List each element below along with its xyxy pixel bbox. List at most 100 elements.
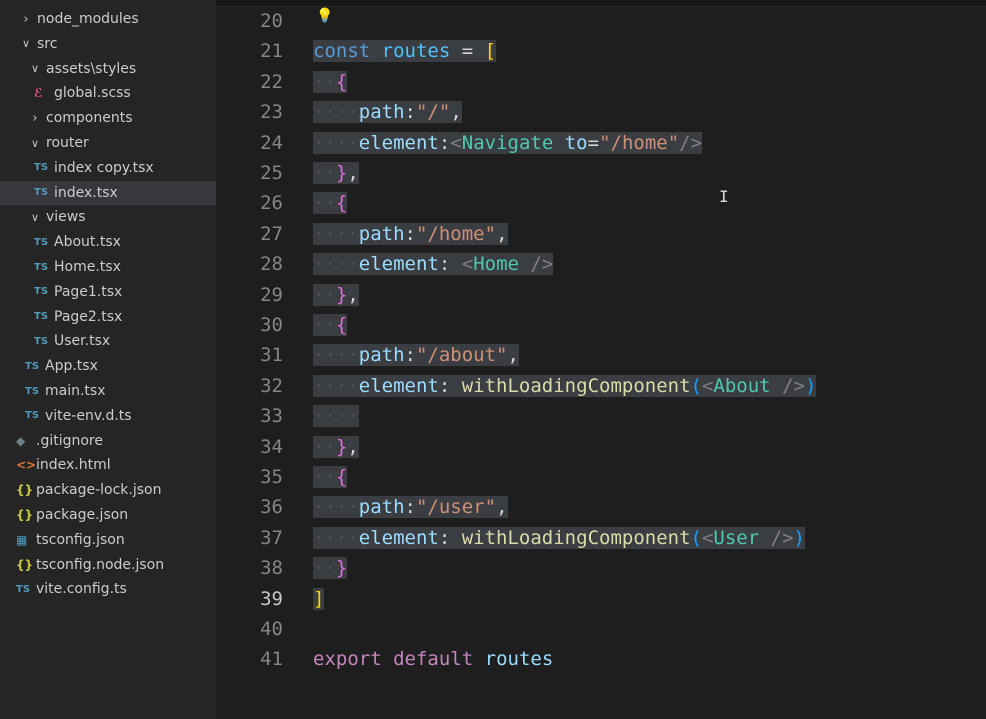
- explorer-file[interactable]: TS vite-env.d.ts: [0, 404, 216, 428]
- explorer-item-label: assets\styles: [46, 60, 137, 77]
- code-line[interactable]: 22 ··{: [216, 67, 986, 97]
- ts-file-icon: TS: [34, 162, 49, 174]
- chevron-right-icon[interactable]: ›: [18, 12, 34, 27]
- chevron-right-icon[interactable]: ›: [27, 111, 43, 126]
- code-line[interactable]: 41 export default routes: [216, 644, 986, 674]
- code-line[interactable]: 23 ····path:"/",: [216, 97, 986, 127]
- code-token: const: [313, 40, 371, 63]
- code-line[interactable]: 32 ····element: withLoadingComponent(<Abo…: [216, 371, 986, 401]
- chevron-down-icon[interactable]: ∨: [18, 37, 34, 50]
- line-number: 31: [260, 344, 283, 367]
- code-line[interactable]: 34 ··},: [216, 432, 986, 462]
- chevron-down-icon[interactable]: ∨: [27, 211, 43, 224]
- code-token: routes: [381, 40, 451, 63]
- code-line[interactable]: 26 ··{: [216, 188, 986, 218]
- explorer-file[interactable]: {} tsconfig.node.json: [0, 553, 216, 577]
- code-line[interactable]: 39]: [216, 584, 986, 614]
- ts-file-icon: TS: [25, 410, 40, 422]
- code-text: ··},: [313, 158, 359, 188]
- explorer-file[interactable]: ℰglobal.scss: [0, 81, 216, 105]
- explorer-file[interactable]: TS main.tsx: [0, 379, 216, 403]
- code-line[interactable]: 40: [216, 614, 986, 644]
- whitespace-indicator: ····: [313, 374, 359, 397]
- code-text: ····: [313, 401, 359, 431]
- code-editor[interactable]: 💡 I 20 21 const routes = [22 ··{23 ····path:…: [216, 0, 986, 719]
- explorer-item-label: vite.config.ts: [36, 581, 127, 598]
- explorer-folder[interactable]: ∨ router: [0, 131, 216, 155]
- whitespace-indicator: ··: [313, 283, 336, 306]
- explorer-file[interactable]: TS Page2.tsx: [0, 305, 216, 329]
- explorer-file[interactable]: TS About.tsx: [0, 230, 216, 254]
- ts-file-icon: TS: [16, 583, 31, 595]
- code-text: ····element: withLoadingComponent(<About…: [313, 371, 817, 401]
- explorer-folder[interactable]: › components: [0, 106, 216, 130]
- explorer-file[interactable]: ▦ tsconfig.json: [0, 528, 216, 552]
- code-line[interactable]: 38 ··}: [216, 553, 986, 583]
- explorer-folder[interactable]: ∨ assets\styles: [0, 57, 216, 81]
- code-text: ··},: [313, 280, 359, 310]
- code-line[interactable]: 21 const routes = [: [216, 36, 986, 66]
- explorer-file[interactable]: TS index copy.tsx: [0, 156, 216, 180]
- code-line[interactable]: 36 ····path:"/user",: [216, 492, 986, 522]
- code-line[interactable]: 30 ··{: [216, 310, 986, 340]
- explorer-item-label: global.scss: [54, 85, 131, 102]
- explorer-item-label: Home.tsx: [54, 259, 121, 275]
- code-line[interactable]: 25 ··},: [216, 158, 986, 188]
- code-line[interactable]: 29 ··},: [216, 280, 986, 310]
- explorer-file[interactable]: {} package-lock.json: [0, 478, 216, 502]
- explorer-file[interactable]: <> index.html: [0, 453, 216, 477]
- explorer-file[interactable]: {} package.json: [0, 503, 216, 527]
- code-token: About: [713, 374, 771, 397]
- ts-file-icon: TS: [34, 335, 49, 347]
- explorer-file[interactable]: TS App.tsx: [0, 354, 216, 378]
- code-text: ··{: [313, 310, 348, 340]
- json-file-icon: {}: [16, 483, 34, 498]
- code-token: <: [461, 253, 474, 276]
- line-number: 28: [260, 253, 283, 276]
- chevron-down-icon[interactable]: ∨: [27, 137, 43, 150]
- code-text: ····path:"/user",: [313, 492, 508, 522]
- explorer-item-label: index.html: [36, 457, 111, 474]
- ts-file-icon: TS: [34, 187, 49, 199]
- code-line[interactable]: 35 ··{: [216, 462, 986, 492]
- code-token: {: [335, 466, 348, 488]
- code-token: Navigate: [461, 131, 554, 154]
- line-number: 33: [260, 405, 283, 428]
- code-token: path: [358, 101, 405, 124]
- code-token: "/user": [415, 496, 497, 519]
- whitespace-indicator: ··: [313, 192, 336, 215]
- explorer-item-label: components: [46, 110, 133, 127]
- code-line[interactable]: 33 ····: [216, 401, 986, 431]
- code-line[interactable]: 28 ····element: <Home />: [216, 249, 986, 279]
- explorer-file[interactable]: TS Home.tsx: [0, 255, 216, 279]
- code-line[interactable]: 27 ····path:"/home",: [216, 219, 986, 249]
- code-line[interactable]: 31 ····path:"/about",: [216, 340, 986, 370]
- code-token: ,: [496, 222, 508, 245]
- explorer-folder[interactable]: › node_modules: [0, 7, 216, 31]
- code-token: =: [587, 131, 600, 154]
- explorer-item-label: .gitignore: [36, 432, 103, 449]
- explorer-file[interactable]: ◆ .gitignore: [0, 429, 216, 453]
- chevron-down-icon[interactable]: ∨: [27, 62, 43, 75]
- code-line[interactable]: 24 ····element:<Navigate to="/home"/>: [216, 128, 986, 158]
- code-token: export: [313, 648, 382, 671]
- line-number: 41: [260, 648, 283, 671]
- code-line[interactable]: 20: [216, 6, 986, 36]
- code-token: :: [404, 344, 416, 367]
- code-line[interactable]: 37 ····element: withLoadingComponent(<Use…: [216, 523, 986, 553]
- explorer-file[interactable]: TS User.tsx: [0, 329, 216, 353]
- code-text: ····element:<Navigate to="/home"/>: [313, 128, 703, 158]
- line-number: 23: [260, 101, 283, 124]
- code-token: ): [804, 374, 817, 397]
- explorer-file[interactable]: TS vite.config.ts: [0, 577, 216, 601]
- code-token: ,: [347, 162, 359, 184]
- explorer-file[interactable]: TS Page1.tsx: [0, 280, 216, 304]
- code-token: to: [564, 131, 588, 154]
- explorer-file[interactable]: TS index.tsx: [0, 180, 216, 205]
- explorer-folder[interactable]: ∨ src: [0, 32, 216, 56]
- whitespace-indicator: ····: [313, 222, 359, 245]
- explorer-folder[interactable]: ∨ views: [0, 205, 216, 229]
